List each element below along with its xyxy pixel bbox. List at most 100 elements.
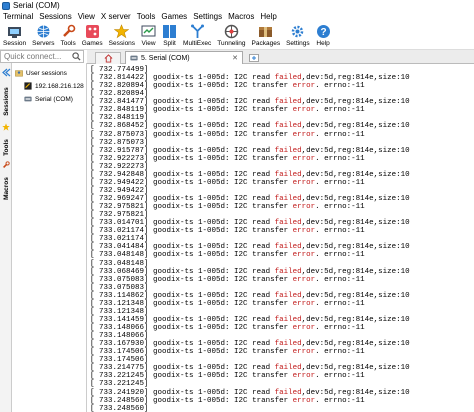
bracket-close: ] — [144, 380, 154, 389]
terminal-line: [ 733.174506] goodix-ts 1-005d: I2C tran… — [90, 348, 410, 356]
timestamp: 733.148066 — [99, 332, 145, 341]
log-message: goodix-ts 1-005d: I2C read — [153, 219, 275, 228]
log-detail: . errno:-11 — [315, 251, 365, 260]
timestamp: 733.114862 — [99, 291, 145, 300]
timestamp: 733.141459 — [99, 315, 145, 324]
log-detail: ,dev:5d,reg:814e,size:10 — [301, 267, 410, 276]
toolbar-multiexec-button[interactable]: MultiExec — [180, 22, 214, 50]
menu-item-games[interactable]: Games — [158, 12, 190, 21]
bracket-open: [ — [90, 186, 100, 195]
bracket-close: ] — [144, 356, 154, 365]
home-tab[interactable] — [95, 52, 121, 64]
toolbar-session-button[interactable]: Session — [0, 22, 29, 50]
log-message: goodix-ts 1-005d: I2C transfer — [153, 348, 293, 357]
session-ssh-label: 192.168.216.128 — [35, 82, 84, 90]
terminal-line: [ 733.041484] goodix-ts 1-005d: I2C read… — [90, 243, 410, 251]
timestamp: 732.774499 — [99, 66, 145, 74]
terminal-line: [ 732.841477] goodix-ts 1-005d: I2C read… — [90, 98, 410, 106]
timestamp: 733.068469 — [99, 267, 145, 276]
menu-item-x-server[interactable]: X server — [98, 12, 134, 21]
terminal-line: [ 733.174506] — [90, 356, 410, 364]
toolbar-split-button[interactable]: Split — [159, 22, 180, 50]
tab-macros-label: Macros — [2, 176, 10, 200]
user-sessions-folder[interactable]: User sessions — [15, 67, 67, 79]
log-detail: ,dev:5d,reg:814e,size:10 — [301, 243, 410, 252]
timestamp: 733.148066 — [99, 324, 145, 332]
terminal-line: [ 732.922273] goodix-ts 1-005d: I2C tran… — [90, 155, 410, 163]
toolbar-view-button[interactable]: View — [138, 22, 159, 50]
tab-sessions[interactable]: Sessions — [0, 81, 12, 121]
close-tab-icon[interactable]: ✕ — [232, 54, 238, 62]
quick-connect-input[interactable]: Quick connect... — [0, 50, 84, 63]
timestamp: 732.949422 — [99, 186, 145, 195]
timestamp: 732.969247 — [99, 195, 145, 203]
timestamp: 732.922273 — [99, 162, 145, 171]
search-icon[interactable] — [72, 52, 81, 61]
bracket-close: ] — [144, 251, 154, 260]
bracket-open: [ — [90, 235, 100, 244]
menu-item-help[interactable]: Help — [257, 12, 279, 21]
view-icon — [141, 25, 156, 37]
terminal-line: [ 733.075083] goodix-ts 1-005d: I2C tran… — [90, 276, 410, 284]
terminal-line: [ 733.148066] — [90, 332, 410, 340]
tab-macros[interactable]: Macros — [0, 173, 12, 203]
toolbar-tunneling-button[interactable]: Tunneling — [214, 22, 248, 50]
terminal-lines: [ 732.774499] [ 732.814422] goodix-ts 1-… — [90, 66, 410, 412]
timestamp: 733.221245 — [99, 380, 145, 389]
terminal-line: [ 733.114862] goodix-ts 1-005d: I2C read… — [90, 292, 410, 300]
error-keyword: error — [292, 178, 316, 187]
collapse-panel-icon[interactable] — [0, 65, 12, 79]
log-detail: ,dev:5d,reg:814e,size:10 — [301, 74, 410, 83]
menu-item-sessions[interactable]: Sessions — [36, 12, 74, 21]
menu-item-view[interactable]: View — [75, 12, 98, 21]
log-message: goodix-ts 1-005d: I2C read — [153, 364, 275, 373]
menu-item-tools[interactable]: Tools — [134, 12, 159, 21]
toolbar-games-button[interactable]: Games — [79, 22, 106, 50]
serial-session-icon — [24, 96, 32, 102]
terminal-output[interactable]: [ 732.774499] [ 732.814422] goodix-ts 1-… — [87, 64, 474, 412]
tab-tools[interactable]: Tools — [0, 135, 12, 159]
star-icon[interactable] — [0, 121, 12, 133]
timestamp: 732.848119 — [99, 114, 145, 123]
bracket-close: ] — [144, 364, 154, 373]
bracket-open: [ — [90, 348, 100, 357]
sessions-star-icon — [114, 24, 130, 39]
log-message: goodix-ts 1-005d: I2C transfer — [153, 275, 293, 284]
toolbar-help-button[interactable]: ? Help — [313, 22, 334, 50]
timestamp: 733.167930 — [99, 340, 145, 349]
log-detail: ,dev:5d,reg:814e,size:10 — [301, 122, 410, 131]
menu-item-terminal[interactable]: Terminal — [0, 12, 36, 21]
terminal-line: [ 733.167930] goodix-ts 1-005d: I2C read… — [90, 340, 410, 348]
timestamp: 732.820894 — [99, 82, 145, 91]
terminal-line: [ 733.221245] goodix-ts 1-005d: I2C tran… — [90, 372, 410, 380]
session-item-ssh[interactable]: 192.168.216.128 — [24, 80, 84, 92]
toolbar-tools-button[interactable]: Tools — [58, 22, 79, 50]
toolbar-label: Settings — [286, 40, 310, 47]
terminal-line: [ 733.214775] goodix-ts 1-005d: I2C read… — [90, 364, 410, 372]
new-tab-button[interactable] — [247, 53, 261, 63]
tab-serial-com[interactable]: 5. Serial (COM) ✕ — [125, 51, 243, 64]
timestamp: 732.922273 — [99, 154, 145, 163]
menu-item-macros[interactable]: Macros — [225, 12, 257, 21]
timestamp: 733.174506 — [99, 348, 145, 357]
log-message: goodix-ts 1-005d: I2C read — [153, 195, 275, 203]
toolbar-label: Sessions — [108, 40, 136, 47]
log-message: goodix-ts 1-005d: I2C read — [153, 170, 275, 179]
error-keyword: error — [292, 130, 316, 139]
bracket-close: ] — [144, 396, 154, 405]
timestamp: 733.021174 — [99, 235, 145, 244]
settings-icon — [292, 25, 304, 38]
terminal-line: [ 732.949422] — [90, 187, 410, 195]
tools-wrench-icon[interactable] — [0, 159, 12, 171]
menu-item-settings[interactable]: Settings — [190, 12, 225, 21]
terminal-line: [ 732.868452] goodix-ts 1-005d: I2C read… — [90, 122, 410, 130]
terminal-line: [ 733.075083] — [90, 284, 410, 292]
toolbar-servers-button[interactable]: Servers — [29, 22, 57, 50]
timestamp: 733.014701 — [99, 219, 145, 228]
session-item-serial[interactable]: Serial (COM) — [24, 93, 73, 105]
toolbar-packages-button[interactable]: Packages — [249, 22, 284, 50]
toolbar-sessions-button[interactable]: Sessions — [106, 22, 138, 50]
session-serial-label: Serial (COM) — [35, 95, 73, 103]
terminal-line: [ 732.774499] — [90, 66, 410, 74]
toolbar-settings-button[interactable]: Settings — [283, 22, 313, 50]
